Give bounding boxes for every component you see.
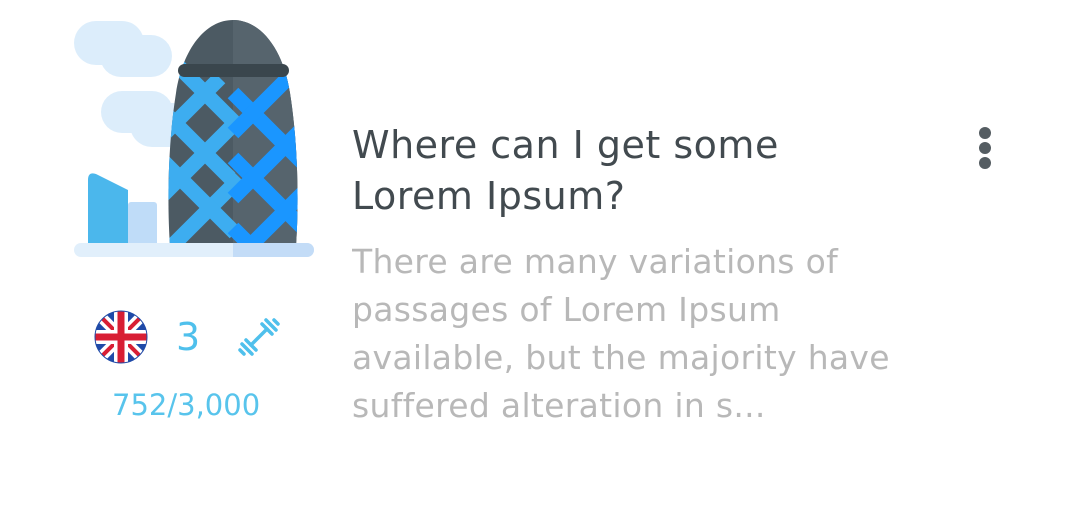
progress-counter: 752/3,000	[112, 388, 261, 422]
lesson-card[interactable]: 3 752/3,000 Where can I get some Lorem I…	[0, 0, 1080, 512]
more-options-dot	[979, 127, 991, 139]
lesson-meta: 3	[92, 310, 282, 366]
more-options-dot	[979, 142, 991, 154]
level-number: 3	[176, 315, 201, 359]
more-options-button[interactable]	[966, 120, 1006, 176]
uk-flag-icon	[94, 310, 148, 364]
gherkin-building-illustration	[74, 20, 314, 257]
dumbbell-icon	[238, 318, 280, 356]
lesson-description: There are many variations of passages of…	[352, 242, 890, 425]
more-options-dot	[979, 157, 991, 169]
lesson-title[interactable]: Where can I get some Lorem Ipsum?	[352, 120, 912, 222]
